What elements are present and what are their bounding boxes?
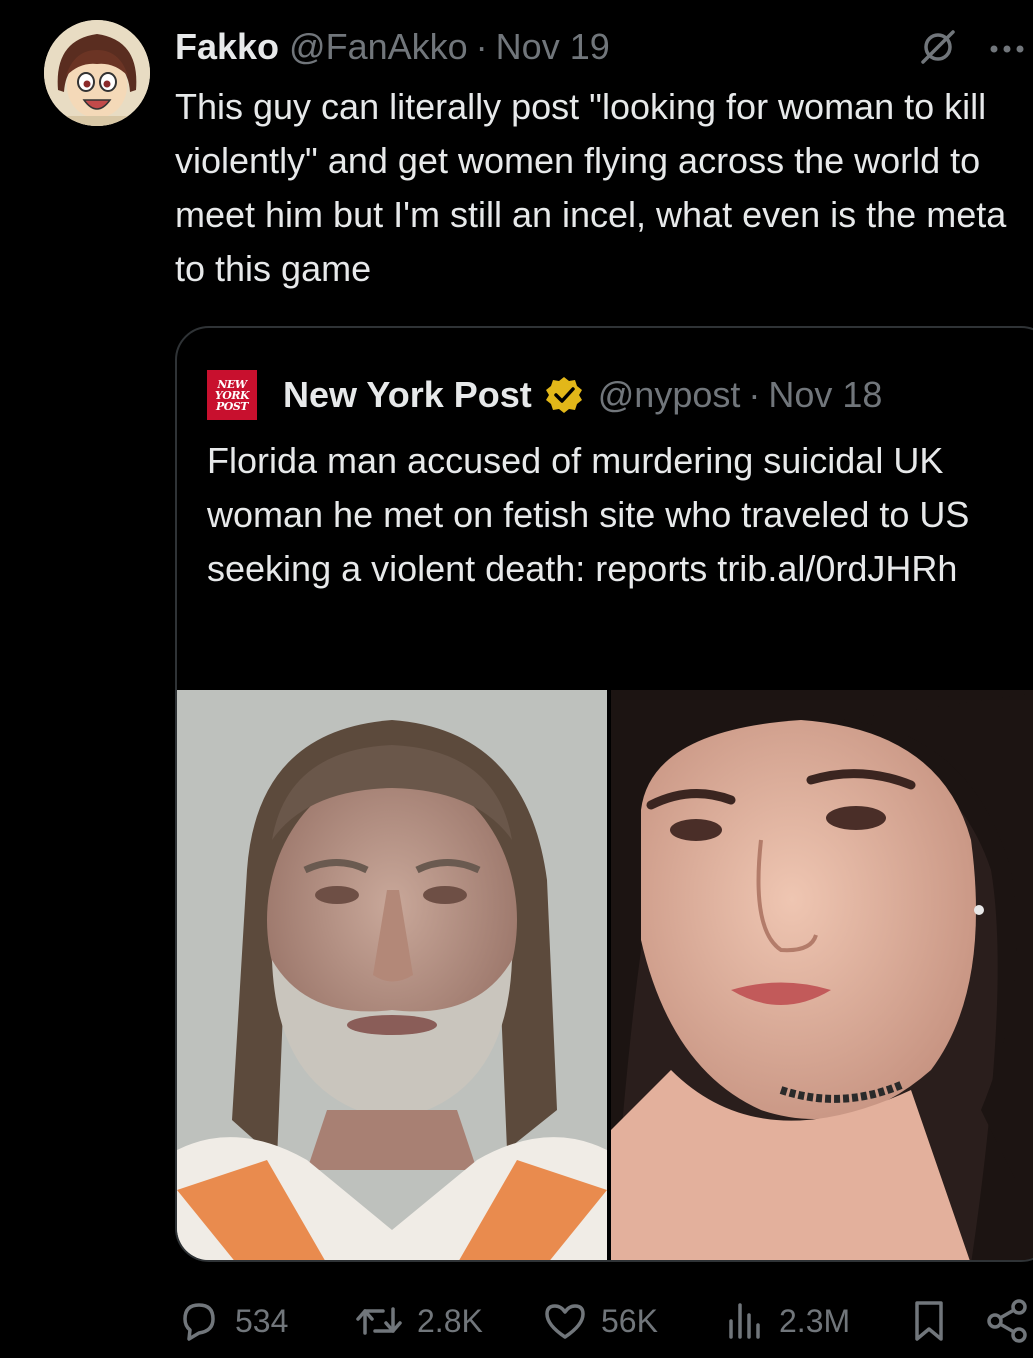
quoted-media (177, 690, 1033, 1260)
more-icon[interactable] (989, 41, 1025, 59)
quoted-tweet-text: Florida man accused of murdering suicida… (207, 440, 970, 589)
heart-icon (545, 1304, 585, 1339)
quoted-separator: · (748, 374, 761, 415)
share-icon (987, 1299, 1027, 1343)
share-button[interactable] (985, 1296, 1031, 1346)
logo-line-2: YORK (214, 388, 250, 402)
grok-icon[interactable] (917, 26, 959, 73)
tweet-date[interactable]: Nov 19 (496, 26, 610, 68)
views-button[interactable]: 2.3M (723, 1296, 850, 1346)
bookmark-icon (915, 1301, 943, 1341)
nypost-logo[interactable]: NEW YORK POST (207, 370, 257, 420)
reply-button[interactable]: 534 (175, 1296, 288, 1346)
repost-icon (356, 1307, 402, 1335)
action-bar: 534 2.8K 56K 2.3M (175, 1296, 1033, 1346)
logo-line-3: POST (216, 399, 248, 413)
reply-icon (183, 1303, 215, 1341)
author-avatar[interactable] (44, 20, 150, 126)
anime-girl-avatar-icon (44, 20, 150, 126)
tweet-text: This guy can literally post "looking for… (175, 86, 1007, 289)
header-separator: · (475, 26, 488, 67)
author-display-name[interactable]: Fakko (175, 26, 279, 68)
reply-count: 534 (235, 1302, 289, 1339)
quoted-tweet[interactable]: NEW YORK POST New York Post @nypost · No… (175, 326, 1033, 1262)
author-handle[interactable]: @FanAkko (289, 26, 468, 68)
like-button[interactable]: 56K (541, 1296, 658, 1346)
bookmark-button[interactable] (909, 1296, 949, 1346)
verified-badge-icon (544, 375, 584, 415)
repost-button[interactable]: 2.8K (353, 1296, 483, 1346)
tweet[interactable]: Fakko @FanAkko · Nov 19 This guy can lit… (0, 0, 1033, 1358)
mugshot-photo[interactable] (177, 690, 607, 1260)
repost-count: 2.8K (417, 1302, 483, 1339)
header-actions (917, 26, 1025, 73)
quoted-author-handle[interactable]: @nypost (598, 374, 741, 416)
views-count: 2.3M (779, 1302, 851, 1339)
quoted-author-name[interactable]: New York Post (283, 374, 532, 416)
like-count: 56K (601, 1302, 658, 1339)
tweet-header: Fakko @FanAkko · Nov 19 (175, 24, 1033, 70)
quoted-date[interactable]: Nov 18 (768, 374, 882, 416)
quoted-tweet-header: NEW YORK POST New York Post @nypost · No… (207, 370, 882, 420)
logo-line-1: NEW (217, 377, 247, 391)
woman-portrait-photo[interactable] (611, 690, 1033, 1260)
views-chart-icon (729, 1303, 760, 1339)
